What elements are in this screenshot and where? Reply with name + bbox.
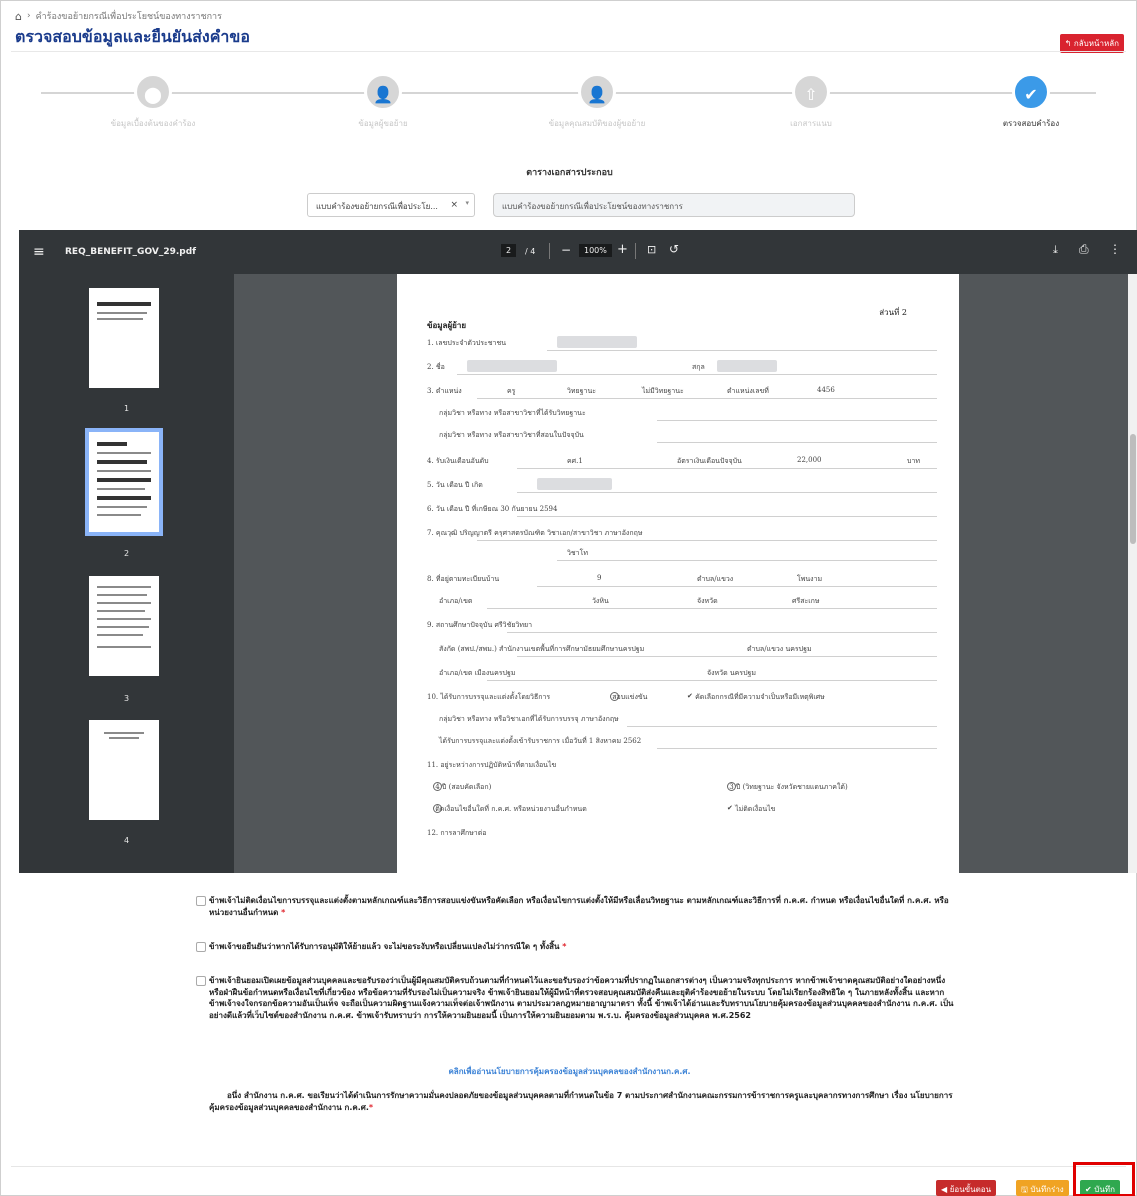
step-label: ข้อมูลผู้ขอย้าย [358,119,408,128]
upload-icon: ⇧ [792,73,830,111]
breadcrumb-item[interactable]: คำร้องขอย้ายกรณีเพื่อประโยชน์ของทางราชกา… [36,9,222,23]
pdf-filename: REQ_BENEFIT_GOV_29.pdf [65,247,197,257]
thumbnail-sidebar: 1 2 3 4 [19,274,234,873]
step-basic-info[interactable]: ⬤ ข้อมูลเบื้องต้นของคำร้อง [73,73,233,130]
step-label: เอกสารแนบ [790,119,832,128]
pdf-page: ส่วนที่ 2 ข้อมูลผู้ย้าย 1. เลขประจำตัวปร… [397,274,959,873]
clear-icon[interactable]: × [450,200,458,210]
pdf-toolbar: ≡ REQ_BENEFIT_GOV_29.pdf 2 / 4 − 100% + … [19,230,1137,274]
page-frame: ⌂ › คำร้องขอย้ายกรณีเพื่อประโยชน์ของทางร… [0,0,1137,1196]
rotate-icon[interactable]: ↺ [669,242,679,256]
step-attachments[interactable]: ⇧ เอกสารแนบ [731,73,891,130]
thumbnail-label: 3 [123,694,130,703]
zoom-out-icon[interactable]: − [561,243,571,257]
step-qualifications[interactable]: 👤 ข้อมูลคุณสมบัติของผู้ขอย้าย [517,73,677,130]
divider [549,243,550,259]
divider [635,243,636,259]
page-total: / 4 [525,247,536,256]
save-draft-button[interactable]: 🖫 บันทึกร่าง [1016,1180,1069,1196]
document-name-field[interactable]: แบบคำร้องขอย้ายกรณีเพื่อประโยชน์ของทางรา… [493,193,855,217]
print-icon[interactable]: ⎙ [1079,242,1089,257]
thumbnail-label: 1 [123,404,130,413]
pdf-scrollbar[interactable] [1128,274,1137,873]
user-check-icon: 👤 [578,73,616,111]
privacy-policy-link[interactable]: คลิกเพื่ออ่านนโยบายการคุ้มครองข้อมูลส่วน… [1,1065,1137,1078]
consent-checkbox-3[interactable] [196,976,206,986]
document-select-value: แบบคำร้องขอย้ายกรณีเพื่อประโย... [316,202,438,211]
breadcrumb-separator: › [26,11,31,21]
user-icon: 👤 [364,73,402,111]
consent-checkbox-1[interactable] [196,896,206,906]
scrollbar-thumb[interactable] [1130,434,1136,544]
consent-privacy: ข้าพเจ้ายินยอมเปิดเผยข้อมูลส่วนบุคคลและข… [196,975,954,1021]
divider [11,51,1126,52]
menu-icon[interactable]: ≡ [33,244,45,260]
step-review[interactable]: ✔ ตรวจสอบคำร้อง [951,73,1111,130]
step-label: ข้อมูลคุณสมบัติของผู้ขอย้าย [548,119,646,128]
zoom-input[interactable]: 100% [579,244,612,257]
previous-step-button[interactable]: ◀ ย้อนขั้นตอน [936,1180,997,1196]
page-thumbnail-3[interactable] [89,576,159,676]
document-select[interactable]: แบบคำร้องขอย้ายกรณีเพื่อประโย... × ▾ [307,193,475,217]
more-options-icon[interactable]: ⋮ [1109,242,1121,256]
home-icon[interactable]: ⌂ [15,10,22,23]
breadcrumb: ⌂ › คำร้องขอย้ายกรณีเพื่อประโยชน์ของทางร… [15,9,222,23]
page-title: ตรวจสอบข้อมูลและยืนยันส่งคำขอ [15,27,250,46]
step-label: ข้อมูลเบื้องต้นของคำร้อง [110,119,196,128]
chevron-down-icon[interactable]: ▾ [465,199,469,207]
step-applicant[interactable]: 👤 ข้อมูลผู้ขอย้าย [303,73,463,130]
zoom-in-icon[interactable]: + [617,242,628,257]
attachments-title: ตารางเอกสารประกอบ [526,168,613,178]
thumbnail-label: 4 [123,836,130,845]
page-number-input[interactable]: 2 [501,244,517,257]
section-heading: ข้อมูลผู้ย้าย [427,320,467,330]
page-thumbnail-2[interactable] [85,428,163,536]
step-label: ตรวจสอบคำร้อง [1002,119,1060,128]
check-icon: ✔ [1012,73,1050,111]
map-pin-icon: ⬤ [134,73,172,111]
download-icon[interactable]: ⤓ [1053,243,1058,257]
pdf-viewer[interactable]: ≡ REQ_BENEFIT_GOV_29.pdf 2 / 4 − 100% + … [19,230,1137,873]
page-thumbnail-1[interactable] [89,288,159,388]
consent-conditions: ข้าพเจ้าไม่ติดเงื่อนไขการบรรจุและแต่งตั้… [196,895,954,918]
consent-checkbox-2[interactable] [196,942,206,952]
highlight-box [1073,1162,1135,1196]
divider [11,1166,1126,1167]
part-label: ส่วนที่ 2 [879,308,907,317]
page-thumbnail-4[interactable] [89,720,159,820]
fit-page-icon[interactable]: ⊡ [647,243,656,256]
thumbnail-label: 2 [123,549,130,558]
privacy-notice: อนึ่ง สำนักงาน ก.ค.ศ. ขอเรียนว่าได้ดำเนิ… [209,1091,953,1112]
consent-no-cancel: ข้าพเจ้าขอยืนยันว่าหากได้รับการอนุมัติให… [196,941,954,953]
